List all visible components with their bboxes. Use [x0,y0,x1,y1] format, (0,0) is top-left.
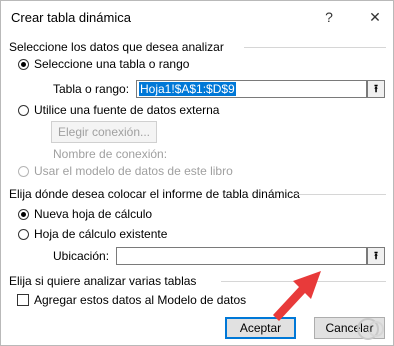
group-divider [297,194,386,195]
range-input[interactable]: Hoja1!$A$1:$D$9 [136,80,367,98]
select-data-heading: Seleccione los datos que desea analizar [9,40,224,54]
group-divider [244,47,386,48]
connection-name-label: Nombre de conexión: [53,147,168,161]
help-button[interactable]: ? [319,7,339,27]
radio-external-source[interactable] [18,105,29,116]
choose-connection-button[interactable]: Elegir conexión... [51,121,157,143]
watermark-logo-icon [357,318,384,340]
option-table-range-label[interactable]: Seleccione una tabla o rango [34,57,189,71]
range-collapse-icon: ⭱ [374,83,378,95]
radio-data-model[interactable] [18,166,29,177]
close-button[interactable]: ✕ [365,7,385,27]
range-input-value: Hoja1!$A$1:$D$9 [139,82,236,96]
dialog-title: Crear tabla dinámica [11,10,131,25]
option-external-source-label[interactable]: Utilice una fuente de datos externa [34,103,219,117]
radio-existing-sheet[interactable] [18,229,29,240]
option-data-model-label[interactable]: Usar el modelo de datos de este libro [34,164,233,178]
location-label: Ubicación: [53,249,110,263]
create-pivot-table-dialog: Crear tabla dinámica ? ✕ Seleccione los … [0,0,394,346]
red-arrow-icon [273,271,321,321]
add-to-data-model-label[interactable]: Agregar estos datos al Modelo de datos [34,293,246,307]
option-existing-sheet-label[interactable]: Hoja de cálculo existente [34,227,167,241]
location-collapse-button[interactable]: ⭱ [367,247,385,265]
add-to-data-model-checkbox[interactable] [17,294,29,306]
multiple-tables-heading: Elija si quiere analizar varias tablas [9,274,197,288]
range-collapse-button[interactable]: ⭱ [367,80,385,98]
radio-new-sheet[interactable] [18,209,29,220]
range-label: Tabla o rango: [53,82,130,96]
radio-table-range[interactable] [18,59,29,70]
option-new-sheet-label[interactable]: Nueva hoja de cálculo [34,207,152,221]
placement-heading: Elija dónde desea colocar el informe de … [9,187,300,201]
location-collapse-icon: ⭱ [374,250,378,262]
